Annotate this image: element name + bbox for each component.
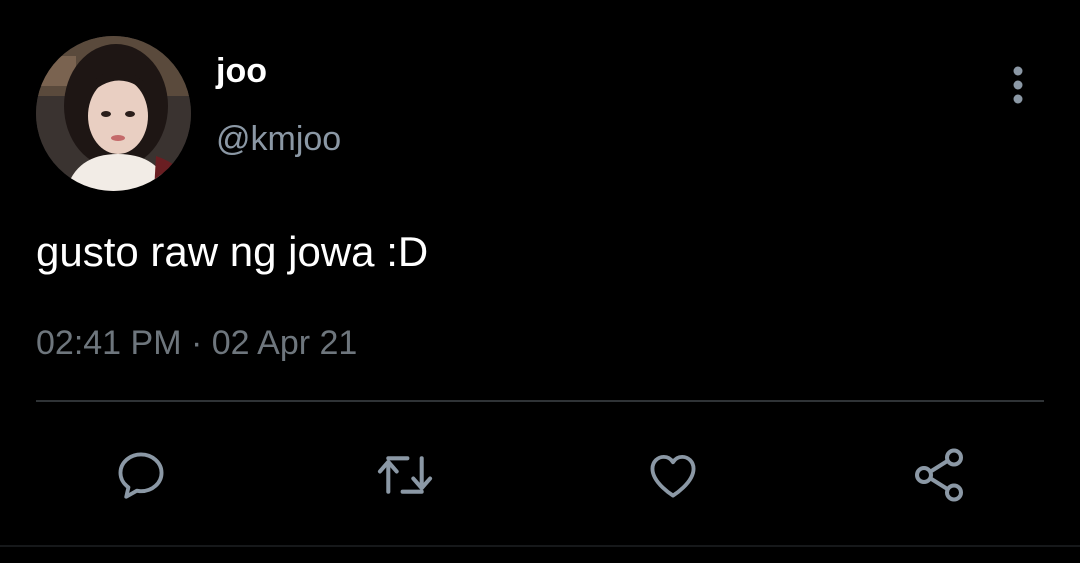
avatar-image	[36, 36, 191, 191]
share-icon	[915, 448, 963, 502]
avatar[interactable]	[36, 36, 191, 191]
reply-icon	[118, 452, 164, 499]
tweet-timestamp[interactable]: 02:41 PM · 02 Apr 21	[36, 320, 357, 366]
user-handle[interactable]: @kmjoo	[216, 116, 341, 162]
bottom-divider	[0, 545, 1080, 547]
like-button[interactable]	[638, 440, 708, 510]
tweet-card: joo @kmjoo gusto raw ng jowa :D 02:41 PM…	[0, 0, 1080, 563]
like-icon	[650, 454, 696, 498]
reply-button[interactable]	[106, 440, 176, 510]
divider	[36, 400, 1044, 402]
tweet-time: 02:41 PM	[36, 324, 182, 362]
retweet-button[interactable]	[370, 440, 440, 510]
more-vertical-icon	[1013, 66, 1023, 104]
timestamp-separator: ·	[190, 324, 203, 362]
more-options-button[interactable]	[998, 60, 1038, 110]
retweet-icon	[377, 456, 433, 494]
tweet-text: gusto raw ng jowa :D	[36, 228, 429, 275]
share-button[interactable]	[904, 440, 974, 510]
action-bar	[0, 440, 1080, 510]
tweet-date: 02 Apr 21	[211, 324, 358, 362]
display-name[interactable]: joo	[216, 48, 267, 94]
